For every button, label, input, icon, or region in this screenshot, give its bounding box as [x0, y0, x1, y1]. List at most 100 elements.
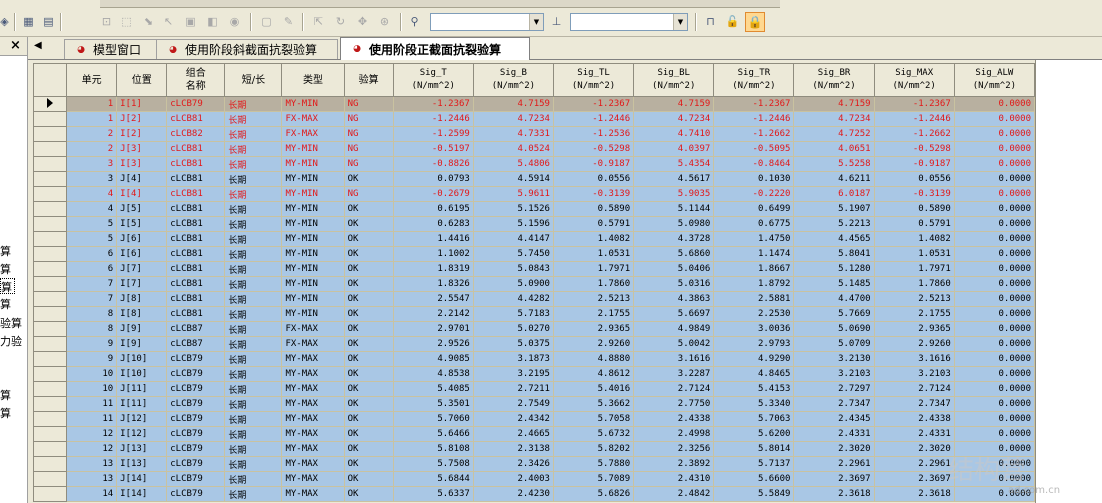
table-cell[interactable]: 3	[66, 171, 118, 187]
table-cell[interactable]: 长期	[224, 96, 283, 112]
column-header[interactable]: 单元	[66, 63, 118, 97]
table-cell[interactable]: 5.6466	[392, 426, 474, 442]
table-cell[interactable]: 2.3618	[873, 486, 955, 502]
row-header[interactable]	[32, 111, 68, 127]
table-cell[interactable]: MY-MIN	[281, 231, 345, 247]
table-cell[interactable]: MY-MAX	[281, 426, 345, 442]
table-cell[interactable]: 4.7159	[633, 96, 715, 112]
pan-icon[interactable]: ✥	[354, 13, 371, 30]
table-cell[interactable]: 5.6826	[552, 486, 635, 502]
orbit-icon[interactable]: ⊛	[376, 13, 393, 30]
table-cell[interactable]: -1.2446	[552, 111, 635, 127]
table-cell[interactable]: 9	[66, 351, 118, 367]
table-cell[interactable]: 5.9611	[472, 186, 554, 202]
table-cell[interactable]: 0.6775	[713, 216, 795, 232]
table-cell[interactable]: OK	[343, 351, 394, 367]
table-cell[interactable]: 11	[66, 411, 118, 427]
table-cell[interactable]: 4.7159	[793, 96, 875, 112]
table-cell[interactable]: 4.0524	[472, 141, 554, 157]
table-cell[interactable]: 5.8108	[392, 441, 474, 457]
table-cell[interactable]: 2	[66, 126, 118, 142]
tab-shear-crack-check[interactable]: ◕ 使用阶段斜截面抗裂验算	[156, 39, 338, 59]
table-cell[interactable]: FX-MAX	[281, 321, 345, 337]
row-header[interactable]	[32, 381, 68, 397]
lock-icon[interactable]: 🔓	[724, 13, 741, 30]
table-cell[interactable]: OK	[343, 336, 394, 352]
table-cell[interactable]: 5.7183	[472, 306, 554, 322]
table-cell[interactable]: 12	[66, 441, 118, 457]
table-cell[interactable]: 10	[66, 366, 118, 382]
table-cell[interactable]: 1.8319	[392, 261, 474, 277]
table-cell[interactable]: -1.2367	[713, 96, 795, 112]
table-cell[interactable]: OK	[343, 201, 394, 217]
table-cell[interactable]: 2.3697	[873, 471, 955, 487]
table-cell[interactable]: -1.2367	[873, 96, 955, 112]
table-cell[interactable]: 1.7971	[552, 261, 635, 277]
table-cell[interactable]: 4.5617	[633, 171, 715, 187]
tree-icon[interactable]: ▦	[20, 13, 37, 30]
table-row[interactable]: 10 I[10] cLCB79 长期 MY-MAX OK 4.8538 3.2195 4.861…	[32, 366, 1036, 382]
table-row[interactable]: 3 I[3] cLCB81 长期 MY-MIN NG -0.8826 5.4806 -0.918…	[32, 156, 1036, 172]
column-header[interactable]: Sig_TL (N/mm^2)	[552, 63, 635, 97]
table-cell[interactable]: FX-MAX	[281, 336, 345, 352]
table-cell[interactable]: -0.5298	[873, 141, 955, 157]
row-header[interactable]	[32, 246, 68, 262]
rotate-icon[interactable]: ↻	[332, 13, 349, 30]
table-cell[interactable]: 5.8014	[713, 441, 795, 457]
table-cell[interactable]: I[1]	[116, 96, 168, 112]
table-cell[interactable]: -0.5197	[392, 141, 474, 157]
table-cell[interactable]: OK	[343, 261, 394, 277]
table-cell[interactable]: cLCB79	[166, 411, 226, 427]
table-cell[interactable]: 2.4003	[472, 471, 554, 487]
table-cell[interactable]: 5.9035	[633, 186, 715, 202]
table-cell[interactable]: cLCB79	[166, 381, 226, 397]
table-cell[interactable]: cLCB79	[166, 396, 226, 412]
table-cell[interactable]: 4	[66, 201, 118, 217]
zoom-window-icon[interactable]: ⬚	[118, 13, 135, 30]
table-cell[interactable]: 0.0000	[953, 231, 1036, 247]
table-cell[interactable]: 5.0042	[633, 336, 715, 352]
table-cell[interactable]: 14	[66, 486, 118, 502]
table-cell[interactable]: 2.1755	[873, 306, 955, 322]
table-cell[interactable]: 5.6337	[392, 486, 474, 502]
table-cell[interactable]: I[5]	[116, 216, 168, 232]
table-cell[interactable]: FX-MAX	[281, 126, 345, 142]
column-header[interactable]: Sig_ALW (N/mm^2)	[953, 63, 1036, 97]
table-cell[interactable]: cLCB81	[166, 231, 226, 247]
table-cell[interactable]: cLCB82	[166, 126, 226, 142]
table-cell[interactable]: 0.0000	[953, 261, 1036, 277]
table-cell[interactable]: cLCB79	[166, 366, 226, 382]
table-cell[interactable]: 长期	[224, 456, 283, 472]
chevron-down-icon[interactable]: ▼	[529, 14, 543, 30]
table-cell[interactable]: 2.9260	[873, 336, 955, 352]
table-cell[interactable]: MY-MIN	[281, 171, 345, 187]
table-cell[interactable]: cLCB79	[166, 486, 226, 502]
table-cell[interactable]: 6	[66, 261, 118, 277]
row-header[interactable]	[32, 216, 68, 232]
table-cell[interactable]: -0.2220	[713, 186, 795, 202]
shade-icon[interactable]: ◧	[204, 13, 221, 30]
table-row[interactable]: 10 J[11] cLCB79 长期 MY-MAX OK 5.4085 2.7211 5.401…	[32, 381, 1036, 397]
table-cell[interactable]: -1.2662	[873, 126, 955, 142]
table-cell[interactable]: 0.0000	[953, 246, 1036, 262]
table-cell[interactable]: MY-MAX	[281, 381, 345, 397]
table-cell[interactable]: 4.7252	[793, 126, 875, 142]
table-cell[interactable]: 4.4282	[472, 291, 554, 307]
table-cell[interactable]: 4.7410	[633, 126, 715, 142]
table-cell[interactable]: cLCB87	[166, 336, 226, 352]
table-cell[interactable]: MY-MIN	[281, 291, 345, 307]
select-icon[interactable]: ⬊	[140, 13, 157, 30]
table-cell[interactable]: J[8]	[116, 291, 168, 307]
table-cell[interactable]: 2.7549	[472, 396, 554, 412]
combo-box-a[interactable]: ▼	[430, 13, 544, 31]
table-cell[interactable]: 0.0000	[953, 426, 1036, 442]
table-cell[interactable]: cLCB81	[166, 186, 226, 202]
table-cell[interactable]: MY-MAX	[281, 456, 345, 472]
table-cell[interactable]: 0.5791	[552, 216, 635, 232]
table-cell[interactable]: 4	[66, 186, 118, 202]
table-cell[interactable]: 5.4153	[713, 381, 795, 397]
table-cell[interactable]: 0.0000	[953, 306, 1036, 322]
table-cell[interactable]: cLCB81	[166, 246, 226, 262]
table-cell[interactable]: 2.9793	[713, 336, 795, 352]
table-cell[interactable]: cLCB79	[166, 96, 226, 112]
